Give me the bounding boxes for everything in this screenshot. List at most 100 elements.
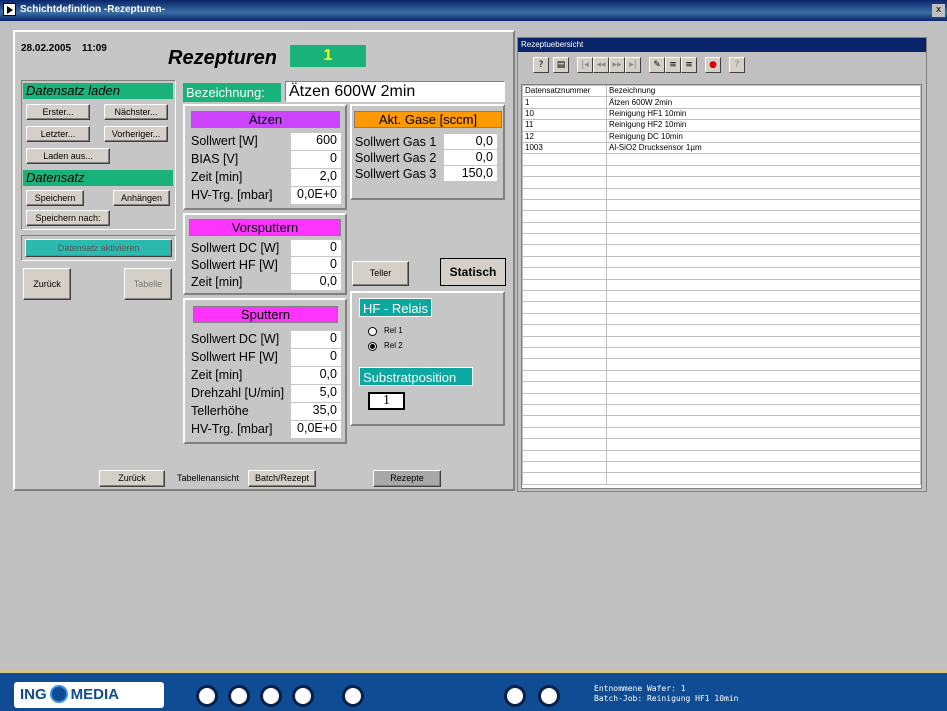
table-cell[interactable] xyxy=(606,153,921,166)
zurueck-button[interactable]: Zurück xyxy=(23,268,71,300)
table-cell[interactable] xyxy=(522,346,607,360)
table-cell[interactable] xyxy=(522,335,607,349)
table-row[interactable]: 12 Reinigung DC 10min xyxy=(522,130,921,143)
table-row[interactable] xyxy=(522,369,921,383)
table-row[interactable] xyxy=(522,415,921,428)
table-row[interactable] xyxy=(522,460,921,474)
table-cell[interactable] xyxy=(522,381,607,394)
table-cell[interactable] xyxy=(606,278,921,292)
gas-row-value[interactable]: 0,0 xyxy=(444,134,497,149)
table-cell[interactable] xyxy=(606,221,921,235)
table-cell[interactable] xyxy=(522,460,607,474)
table-row[interactable] xyxy=(522,426,921,440)
table-cell[interactable] xyxy=(522,221,607,235)
table-cell[interactable]: 12 xyxy=(522,130,607,143)
table-cell[interactable] xyxy=(606,255,921,269)
table-row[interactable]: 10 Reinigung HF1 10min xyxy=(522,107,921,121)
table-row[interactable] xyxy=(522,403,921,417)
table-cell[interactable] xyxy=(522,369,607,383)
column-header[interactable]: Datensatznummer xyxy=(522,84,607,98)
table-cell[interactable] xyxy=(522,244,607,257)
table-cell[interactable] xyxy=(522,301,607,314)
table-cell[interactable] xyxy=(522,164,607,178)
table-cell[interactable] xyxy=(606,210,921,223)
info-icon[interactable]: ? xyxy=(729,57,745,73)
sputtern-row-value[interactable]: 0 xyxy=(291,349,341,366)
table-cell[interactable] xyxy=(522,267,607,280)
table-row[interactable] xyxy=(522,324,921,337)
table-cell[interactable] xyxy=(522,255,607,269)
table-row[interactable] xyxy=(522,164,921,178)
table-row[interactable]: 1003 Al-SiO2 Drucksensor 1µm xyxy=(522,141,921,155)
table-row[interactable] xyxy=(522,346,921,360)
table-row[interactable] xyxy=(522,438,921,451)
table-row[interactable] xyxy=(522,233,921,246)
table-cell[interactable] xyxy=(522,438,607,451)
table-cell[interactable] xyxy=(606,426,921,440)
table-row[interactable]: 11 Reinigung HF2 10min xyxy=(522,119,921,132)
table-cell[interactable] xyxy=(522,210,607,223)
help-icon[interactable]: ? xyxy=(533,57,549,73)
rezepte-button[interactable]: Rezepte xyxy=(373,470,441,487)
delete-row-icon[interactable]: ≡ xyxy=(681,57,697,73)
sputtern-row-value[interactable]: 0,0 xyxy=(291,367,341,384)
table-cell[interactable] xyxy=(606,312,921,326)
table-row[interactable] xyxy=(522,312,921,326)
table-cell[interactable]: Reinigung HF2 10min xyxy=(606,119,921,132)
table-cell[interactable] xyxy=(522,472,607,485)
table-cell[interactable] xyxy=(606,233,921,246)
help-icon[interactable] xyxy=(292,685,314,707)
laden-aus-button[interactable]: Laden aus... xyxy=(26,148,110,164)
table-cell[interactable]: Reinigung HF1 10min xyxy=(606,107,921,121)
table-cell[interactable] xyxy=(606,358,921,371)
table-cell[interactable] xyxy=(522,426,607,440)
table-row[interactable]: 1 Ätzen 600W 2min xyxy=(522,96,921,109)
naechster-button[interactable]: Nächster... xyxy=(104,104,168,120)
table-cell[interactable] xyxy=(522,198,607,212)
edit-icon[interactable]: ✎ xyxy=(649,57,665,73)
sputtern-row-value[interactable]: 35,0 xyxy=(291,403,341,420)
erster-button[interactable]: Erster... xyxy=(26,104,90,120)
letzter-button[interactable]: Letzter... xyxy=(26,126,90,142)
table-cell[interactable] xyxy=(606,324,921,337)
prev-record-icon[interactable]: ◂◂ xyxy=(593,57,609,73)
table-row[interactable] xyxy=(522,267,921,280)
table-row[interactable] xyxy=(522,472,921,485)
anhaengen-button[interactable]: Anhängen xyxy=(113,190,170,206)
table-cell[interactable] xyxy=(606,381,921,394)
table-row[interactable] xyxy=(522,358,921,371)
print-icon[interactable] xyxy=(228,685,250,707)
teller-button[interactable]: Teller xyxy=(352,261,409,286)
table-cell[interactable] xyxy=(522,312,607,326)
gas-row-value[interactable]: 150,0 xyxy=(444,166,497,181)
table-cell[interactable] xyxy=(606,164,921,178)
table-row[interactable] xyxy=(522,153,921,166)
table-cell[interactable] xyxy=(522,358,607,371)
table-cell[interactable] xyxy=(522,449,607,462)
table-row[interactable] xyxy=(522,244,921,257)
overview-table[interactable]: Datensatznummer Bezeichnung 1 Ätzen 600W 2m… xyxy=(521,84,922,489)
gas-row-value[interactable]: 0,0 xyxy=(444,150,497,165)
table-cell[interactable] xyxy=(522,153,607,166)
table-cell[interactable] xyxy=(522,233,607,246)
table-row[interactable] xyxy=(522,381,921,394)
table-cell[interactable] xyxy=(606,290,921,303)
table-row[interactable] xyxy=(522,301,921,314)
table-cell[interactable]: Al-SiO2 Drucksensor 1µm xyxy=(606,141,921,155)
bottom-zurueck-button[interactable]: Zurück xyxy=(99,470,165,487)
aetzen-row-value[interactable]: 0 xyxy=(291,151,341,168)
substratposition-input[interactable]: 1 xyxy=(368,392,405,410)
batch-rezept-button[interactable]: Batch/Rezept xyxy=(248,470,316,487)
table-row[interactable] xyxy=(522,449,921,462)
table-cell[interactable] xyxy=(522,403,607,417)
table-cell[interactable] xyxy=(606,403,921,417)
table-cell[interactable]: Ätzen 600W 2min xyxy=(606,96,921,109)
table-cell[interactable] xyxy=(606,198,921,212)
column-header[interactable]: Bezeichnung xyxy=(606,84,921,98)
vorsputtern-row-value[interactable]: 0,0 xyxy=(291,274,341,290)
sputtern-row-value[interactable]: 5,0 xyxy=(291,385,341,402)
table-cell[interactable]: 1003 xyxy=(522,141,607,155)
table-cell[interactable] xyxy=(606,244,921,257)
table-cell[interactable] xyxy=(522,392,607,405)
table-row[interactable] xyxy=(522,210,921,223)
